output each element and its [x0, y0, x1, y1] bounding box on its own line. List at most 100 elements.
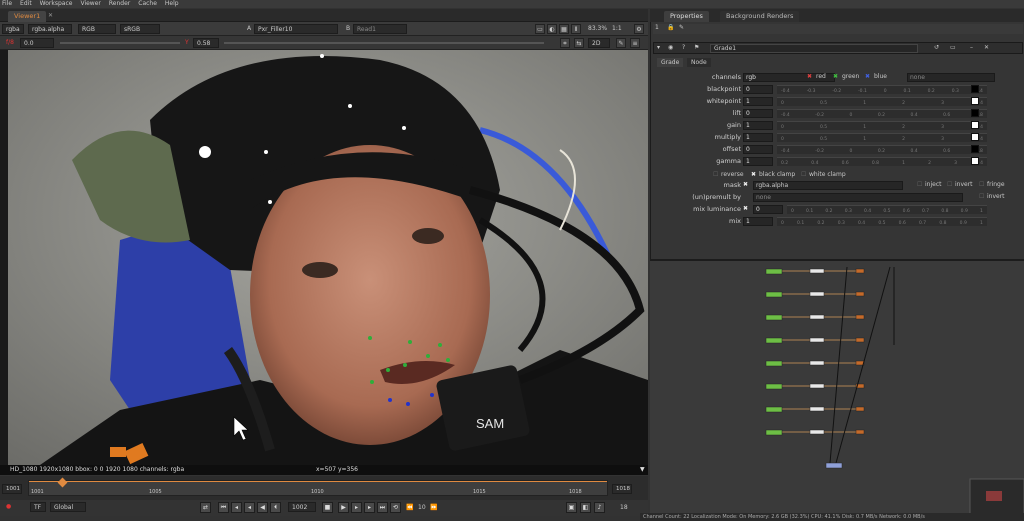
mask-dropdown[interactable]: rgba.alpha: [753, 181, 903, 190]
inject-checkbox[interactable]: ☐: [917, 181, 922, 188]
timeline[interactable]: 1001 1001 1005 1010 1015 1018 1018: [0, 476, 648, 500]
revert-icon[interactable]: ↺: [934, 44, 939, 51]
input-a-dropdown[interactable]: Pxr_Filler10: [254, 24, 338, 34]
offset-swatch[interactable]: [971, 145, 979, 153]
settings-icon[interactable]: ⚙: [634, 24, 644, 34]
playhead[interactable]: [57, 477, 68, 488]
green-checkbox[interactable]: ✖: [833, 73, 838, 80]
pencil-icon[interactable]: ✎: [679, 24, 684, 31]
gamma-slider[interactable]: [224, 42, 544, 44]
dot-node[interactable]: [855, 406, 865, 412]
read-node[interactable]: [765, 337, 783, 344]
read-node[interactable]: [765, 360, 783, 367]
gamma-swatch[interactable]: [971, 157, 979, 165]
whitepoint-swatch[interactable]: [971, 97, 979, 105]
display-channel-dropdown[interactable]: RGB: [78, 24, 116, 34]
whitepoint-slider[interactable]: 0 0.5 1 2 3 4: [777, 97, 987, 106]
collapse-icon[interactable]: ▾: [657, 44, 660, 51]
dot-node[interactable]: [855, 429, 865, 435]
transform-icon[interactable]: ⇆: [574, 38, 584, 48]
read-node[interactable]: [765, 268, 783, 275]
read-node[interactable]: [765, 291, 783, 298]
stop-icon[interactable]: ■: [322, 502, 333, 513]
colorspace-dropdown[interactable]: sRGB: [120, 24, 160, 34]
lift-field[interactable]: 0: [743, 109, 773, 118]
play-icon[interactable]: ▶: [338, 502, 349, 513]
node-name-field[interactable]: Grade1: [710, 44, 918, 53]
float-panel-icon[interactable]: ▭: [950, 44, 956, 51]
red-checkbox[interactable]: ✖: [807, 73, 812, 80]
menu-file[interactable]: File: [2, 0, 12, 8]
grade-node[interactable]: [809, 268, 825, 274]
play-backward-icon[interactable]: ◀: [257, 502, 268, 513]
next-keyframe-icon[interactable]: ▸: [364, 502, 375, 513]
mix-luminance-slider[interactable]: 0 0.1 0.2 0.3 0.4 0.5 0.6 0.7 0.8 0.9 1: [787, 205, 987, 214]
grade-node[interactable]: [809, 337, 825, 343]
menu-edit[interactable]: Edit: [20, 0, 32, 8]
minimize-icon[interactable]: –: [970, 44, 973, 51]
grade-node[interactable]: [809, 429, 825, 435]
gain-slider[interactable]: [60, 42, 180, 44]
clip-warning-icon[interactable]: ◐: [547, 24, 557, 34]
offset-slider[interactable]: -0.4 -0.2 0 0.2 0.4 0.6 0.8: [777, 145, 987, 154]
menu-help[interactable]: Help: [165, 0, 179, 8]
node-color-icon[interactable]: ◉: [668, 44, 673, 51]
start-frame-field[interactable]: 1001: [2, 484, 22, 494]
gain-field[interactable]: 0.0: [20, 38, 54, 48]
close-tab-icon[interactable]: ✕: [48, 12, 53, 19]
audio-icon[interactable]: ♪: [594, 502, 605, 513]
skip-forward-icon[interactable]: ⏩: [430, 504, 437, 511]
tab-viewer1[interactable]: Viewer1: [8, 11, 47, 22]
offset-field[interactable]: 0: [743, 145, 773, 154]
menu-cache[interactable]: Cache: [138, 0, 157, 8]
invert-mask-checkbox[interactable]: ☐: [947, 181, 952, 188]
read-node[interactable]: [765, 429, 783, 436]
gain-swatch[interactable]: [971, 121, 979, 129]
zoom-level[interactable]: 83.3%: [588, 25, 607, 32]
help-icon[interactable]: ?: [682, 44, 685, 51]
lift-swatch[interactable]: [971, 109, 979, 117]
viewer-image[interactable]: SAM: [0, 50, 648, 465]
step-back-icon[interactable]: ◂: [244, 502, 255, 513]
bounce-icon[interactable]: ⟲: [390, 502, 401, 513]
crop-icon[interactable]: ⌗: [560, 38, 570, 48]
mask-checkbox[interactable]: ✖: [743, 181, 748, 188]
unpremult-dropdown[interactable]: none: [753, 193, 963, 202]
blackpoint-slider[interactable]: -0.4 -0.3 -0.2 -0.1 0 0.1 0.2 0.3 0.4: [777, 85, 987, 94]
gamma-field[interactable]: 0.58: [193, 38, 219, 48]
tab-grade[interactable]: Grade: [657, 58, 684, 67]
gamma-slider[interactable]: 0.2 0.4 0.6 0.8 1 2 3 4: [777, 157, 987, 166]
mix-luminance-field[interactable]: 0: [753, 205, 783, 214]
blue-checkbox[interactable]: ✖: [865, 73, 870, 80]
black-clamp-checkbox[interactable]: ✖: [751, 171, 756, 178]
gamma-field[interactable]: 1: [743, 157, 773, 166]
pixel-ratio[interactable]: 1:1: [612, 25, 622, 32]
node-graph[interactable]: [650, 259, 1024, 513]
menu-workspace[interactable]: Workspace: [40, 0, 73, 8]
pencil-icon[interactable]: ✎: [616, 38, 626, 48]
expand-down-icon[interactable]: ▼: [640, 465, 645, 475]
mix-slider[interactable]: 0 0.1 0.2 0.3 0.4 0.5 0.6 0.7 0.8 0.9 1: [777, 217, 987, 226]
tab-background-renders[interactable]: Background Renders: [720, 11, 800, 22]
channels-dropdown[interactable]: rgba: [2, 24, 24, 34]
pause-icon[interactable]: Ⅱ: [571, 24, 581, 34]
prev-keyframe-icon[interactable]: ◂: [231, 502, 242, 513]
close-panel-icon[interactable]: ✕: [984, 44, 989, 51]
multiply-field[interactable]: 1: [743, 133, 773, 142]
dot-node[interactable]: [855, 337, 865, 343]
whitepoint-field[interactable]: 1: [743, 97, 773, 106]
alpha-channel-dropdown[interactable]: none: [907, 73, 995, 82]
end-frame-field[interactable]: 1018: [612, 484, 632, 494]
max-panels-field[interactable]: 1: [655, 24, 659, 31]
gain-slider[interactable]: 0 0.5 1 2 3 4: [777, 121, 987, 130]
grade-node[interactable]: [809, 406, 825, 412]
current-frame-field[interactable]: 1002: [288, 502, 316, 512]
last-frame-icon[interactable]: ⏭: [377, 502, 388, 513]
grade-node[interactable]: [809, 383, 825, 389]
blackpoint-field[interactable]: 0: [743, 85, 773, 94]
view-mode-dropdown[interactable]: 2D: [588, 38, 610, 48]
multiply-slider[interactable]: 0 0.5 1 2 3 4: [777, 133, 987, 142]
layer-dropdown[interactable]: rgba.alpha: [28, 24, 72, 34]
step-back-small-icon[interactable]: ⏴: [270, 502, 281, 513]
blackpoint-swatch[interactable]: [971, 85, 979, 93]
